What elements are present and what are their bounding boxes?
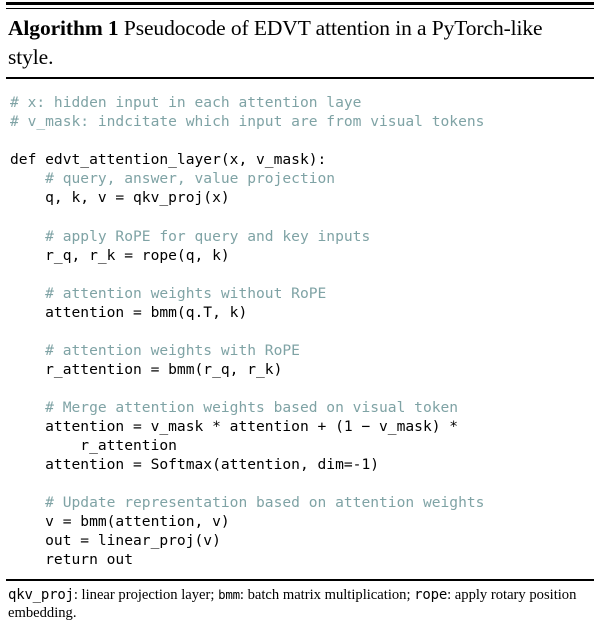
code-comment: # apply RoPE for query and key inputs xyxy=(10,227,371,245)
code-comment: # attention weights without RoPE xyxy=(10,284,327,302)
code-line: q, k, v = qkv_proj(x) xyxy=(10,188,592,207)
code-line: # query, answer, value projection xyxy=(10,169,592,188)
footnote-term-qkv-proj: qkv_proj xyxy=(8,587,74,604)
code-statement: attention = v_mask * attention + (1 − v_… xyxy=(10,417,459,435)
code-comment: # query, answer, value projection xyxy=(10,170,336,188)
code-statement: attention = bmm(q.T, k) xyxy=(10,303,248,321)
code-line: attention = Softmax(attention, dim=-1) xyxy=(10,455,592,474)
code-statement: r_attention xyxy=(10,437,177,455)
code-statement: v = bmm(attention, v) xyxy=(10,513,230,531)
code-line: r_attention = bmm(r_q, r_k) xyxy=(10,360,592,379)
code-line: attention = v_mask * attention + (1 − v_… xyxy=(10,417,592,436)
code-statement: r_attention = bmm(r_q, r_k) xyxy=(10,360,283,378)
code-line: # Update representation based on attenti… xyxy=(10,493,592,512)
code-line: # x: hidden input in each attention laye xyxy=(10,93,592,112)
code-comment: # Merge attention weights based on visua… xyxy=(10,398,459,416)
code-statement: return out xyxy=(10,551,134,569)
code-line: return out xyxy=(10,550,592,569)
pseudocode-listing: # x: hidden input in each attention laye… xyxy=(6,79,594,579)
algorithm-caption: Algorithm 1 Pseudocode of EDVT attention… xyxy=(6,9,594,77)
code-line: # v_mask: indcitate which input are from… xyxy=(10,112,592,131)
code-line: r_attention xyxy=(10,436,592,455)
code-line: # apply RoPE for query and key inputs xyxy=(10,227,592,246)
footnote-term-bmm: bmm xyxy=(218,587,240,603)
code-line: # attention weights without RoPE xyxy=(10,284,592,303)
code-statement: q, k, v = qkv_proj(x) xyxy=(10,189,230,207)
code-comment: # v_mask: indcitate which input are from… xyxy=(10,113,485,131)
code-line: r_q, r_k = rope(q, k) xyxy=(10,246,592,265)
footnote-desc-qkv-proj: : linear projection layer; xyxy=(73,587,219,604)
algorithm-footnote: qkv_proj: linear projection layer; bmm: … xyxy=(6,581,594,622)
code-comment: # attention weights with RoPE xyxy=(10,341,300,359)
code-line: def edvt_attention_layer(x, v_mask): xyxy=(10,150,592,169)
code-statement: def edvt_attention_layer(x, v_mask): xyxy=(10,151,327,169)
code-comment: # Update representation based on attenti… xyxy=(10,494,485,512)
code-line: v = bmm(attention, v) xyxy=(10,512,592,531)
code-statement: attention = Softmax(attention, dim=-1) xyxy=(10,456,380,474)
code-statement: out = linear_proj(v) xyxy=(10,532,221,550)
code-comment: # x: hidden input in each attention laye xyxy=(10,94,362,112)
top-rule-thick xyxy=(6,2,594,5)
code-line: out = linear_proj(v) xyxy=(10,531,592,550)
footnote-term-rope: rope xyxy=(414,587,448,604)
code-line: attention = bmm(q.T, k) xyxy=(10,303,592,322)
algorithm-container: Algorithm 1 Pseudocode of EDVT attention… xyxy=(0,2,600,622)
code-line: # attention weights with RoPE xyxy=(10,341,592,360)
footnote-desc-bmm: : batch matrix multiplication; xyxy=(239,587,415,604)
code-statement: r_q, r_k = rope(q, k) xyxy=(10,246,230,264)
algorithm-label: Algorithm 1 xyxy=(8,16,119,40)
code-line: # Merge attention weights based on visua… xyxy=(10,398,592,417)
